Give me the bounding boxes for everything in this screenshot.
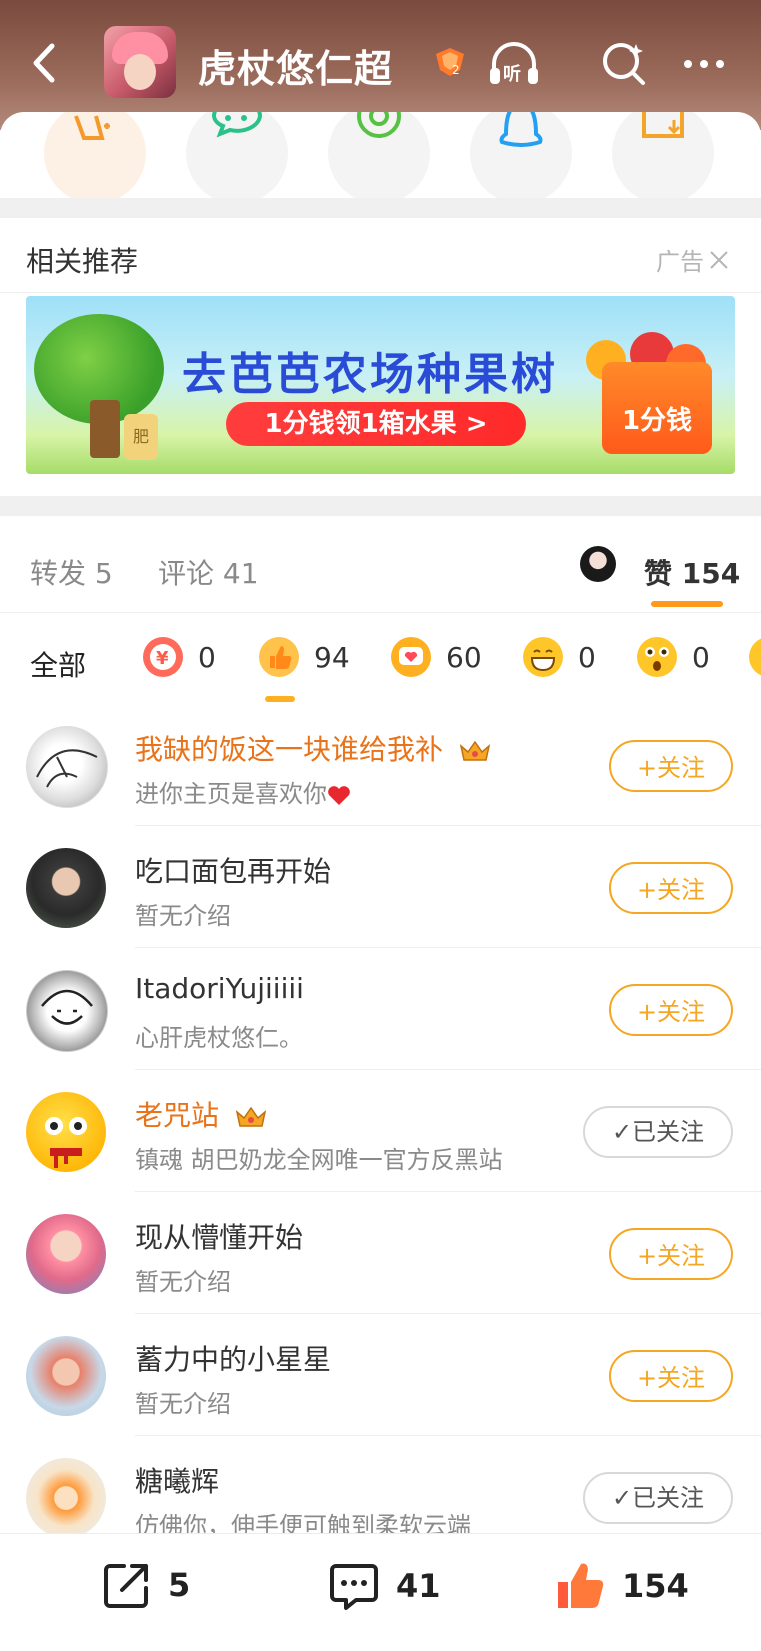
save-image-icon — [642, 112, 684, 138]
level-badge-icon: 2 — [436, 48, 464, 77]
svg-text:2: 2 — [452, 63, 460, 77]
active-tab-indicator — [651, 601, 723, 607]
reaction-filter-row: 全部 ¥ 0 94 60 0 0 — [0, 614, 761, 704]
heart-icon — [391, 637, 431, 677]
list-item[interactable]: 老咒站 镇魂 胡巴奶龙全网唯一官方反黑站 ✓已关注 — [0, 1070, 761, 1192]
avatar[interactable] — [26, 848, 106, 928]
topic-title[interactable]: 虎杖悠仁超 — [198, 38, 393, 93]
reaction-heart[interactable]: 60 — [390, 636, 482, 678]
avatar[interactable] — [26, 1458, 106, 1533]
user-name[interactable]: 现从懵懂开始 — [135, 1216, 303, 1256]
vip-crown-icon — [459, 740, 491, 761]
follow-button[interactable]: +关注 — [609, 740, 733, 792]
banner-cta-button[interactable]: 1分钱领1箱水果 > — [226, 402, 526, 446]
follow-button[interactable]: +关注 — [609, 984, 733, 1036]
qq-icon — [499, 112, 543, 147]
fertilizer-bag: 肥 — [124, 414, 158, 460]
section-gap — [0, 198, 761, 218]
back-arrow-icon[interactable] — [26, 38, 66, 88]
svg-text:听: 听 — [503, 63, 521, 85]
user-bio: 镇魂 胡巴奶龙全网唯一官方反黑站 — [135, 1146, 503, 1174]
topic-avatar[interactable] — [104, 26, 176, 98]
user-name[interactable]: 糖曦辉 — [135, 1460, 219, 1500]
user-name[interactable]: 吃口面包再开始 — [135, 850, 331, 890]
banner-title: 去芭芭农场种果树 — [182, 349, 558, 400]
listen-headphones-icon[interactable]: 听 — [486, 36, 542, 92]
repost-icon — [104, 1564, 148, 1608]
user-name[interactable]: 老咒站 — [135, 1094, 268, 1134]
active-reaction-indicator — [265, 696, 295, 702]
reaction-all[interactable]: 全部 — [30, 644, 86, 684]
reaction-surprised[interactable]: 0 — [636, 636, 710, 678]
wechat-icon — [211, 112, 263, 138]
tab-comment[interactable]: 评论 41 — [158, 552, 259, 592]
share-actions-card — [0, 112, 761, 198]
list-item[interactable]: 蓄力中的小星星 暂无介绍 +关注 — [0, 1314, 761, 1436]
avatar[interactable] — [26, 1092, 106, 1172]
reward-icon: ¥ — [143, 637, 183, 677]
user-bio: 心肝虎杖悠仁。 — [135, 1024, 303, 1052]
fruit-box: 1分钱 — [602, 362, 712, 454]
like-button[interactable]: 154 — [552, 1558, 689, 1614]
moments-icon — [357, 112, 401, 138]
following-button[interactable]: ✓已关注 — [583, 1106, 733, 1158]
heart-icon — [328, 786, 350, 805]
comment-icon — [330, 1564, 378, 1610]
list-item[interactable]: 我缺的饭这一块谁给我补 进你主页是喜欢你 +关注 — [0, 704, 761, 826]
follow-button[interactable]: +关注 — [609, 1228, 733, 1280]
follow-button[interactable]: +关注 — [609, 1350, 733, 1402]
liker-avatar — [580, 546, 616, 582]
share-edit-button[interactable] — [44, 112, 146, 198]
following-button[interactable]: ✓已关注 — [583, 1472, 733, 1524]
thumbs-up-icon — [259, 637, 299, 677]
divider — [0, 292, 761, 293]
divider — [0, 612, 761, 613]
reaction-thumbs-up[interactable]: 94 — [258, 636, 350, 678]
more-reactions-icon[interactable] — [748, 636, 761, 678]
reaction-laugh[interactable]: 0 — [522, 636, 596, 678]
search-icon[interactable] — [596, 36, 652, 92]
user-bio: 暂无介绍 — [135, 902, 231, 930]
tab-repost[interactable]: 转发 5 — [30, 552, 113, 592]
more-options-icon[interactable] — [676, 36, 732, 92]
share-moments-button[interactable] — [328, 112, 430, 198]
reaction-reward[interactable]: ¥ 0 — [142, 636, 216, 678]
comment-button[interactable]: 41 — [326, 1558, 441, 1614]
avatar[interactable] — [26, 1336, 106, 1416]
follow-button[interactable]: +关注 — [609, 862, 733, 914]
ad-banner[interactable]: 肥 去芭芭农场种果树 1分钱领1箱水果 > 1分钱 — [26, 296, 735, 474]
list-item[interactable]: 现从懵懂开始 暂无介绍 +关注 — [0, 1192, 761, 1314]
avatar[interactable] — [26, 970, 108, 1052]
share-wechat-button[interactable] — [186, 112, 288, 198]
svg-text:¥: ¥ — [156, 648, 169, 669]
repost-button[interactable]: 5 — [100, 1558, 190, 1612]
user-bio: 暂无介绍 — [135, 1268, 231, 1296]
tab-like[interactable]: 赞 154 — [644, 552, 740, 592]
list-item[interactable]: 吃口面包再开始 暂无介绍 +关注 — [0, 826, 761, 948]
list-item[interactable]: 糖曦辉 仿佛你，伸手便可触到柔软云端 ✓已关注 — [0, 1436, 761, 1533]
user-bio: 暂无介绍 — [135, 1390, 231, 1418]
user-name[interactable]: ItadoriYujiiiii — [135, 972, 304, 1005]
share-qq-button[interactable] — [470, 112, 572, 198]
user-bio: 仿佛你，伸手便可触到柔软云端 — [135, 1512, 471, 1533]
bottom-action-bar: 5 41 154 — [0, 1533, 761, 1651]
user-bio: 进你主页是喜欢你 — [135, 774, 351, 809]
surprised-icon — [637, 637, 677, 677]
share-save-image-button[interactable] — [612, 112, 714, 198]
top-header: 虎杖悠仁超 2 听 — [0, 0, 761, 130]
ad-label[interactable]: 广告 — [656, 242, 730, 277]
list-item[interactable]: ItadoriYujiiiii 心肝虎杖悠仁。 +关注 — [0, 948, 761, 1070]
avatar[interactable] — [26, 726, 108, 808]
user-name[interactable]: 我缺的饭这一块谁给我补 — [135, 728, 492, 768]
laugh-icon — [523, 637, 563, 677]
user-name[interactable]: 蓄力中的小星星 — [135, 1338, 331, 1378]
close-icon[interactable] — [708, 249, 730, 271]
thumbs-up-icon — [558, 1563, 604, 1608]
avatar[interactable] — [26, 1214, 106, 1294]
interaction-tabs: 转发 5 评论 41 赞 154 — [0, 518, 761, 614]
related-title: 相关推荐 — [26, 245, 139, 278]
edit-post-icon — [74, 115, 110, 140]
vip-crown-icon — [235, 1106, 267, 1127]
section-gap — [0, 496, 761, 516]
